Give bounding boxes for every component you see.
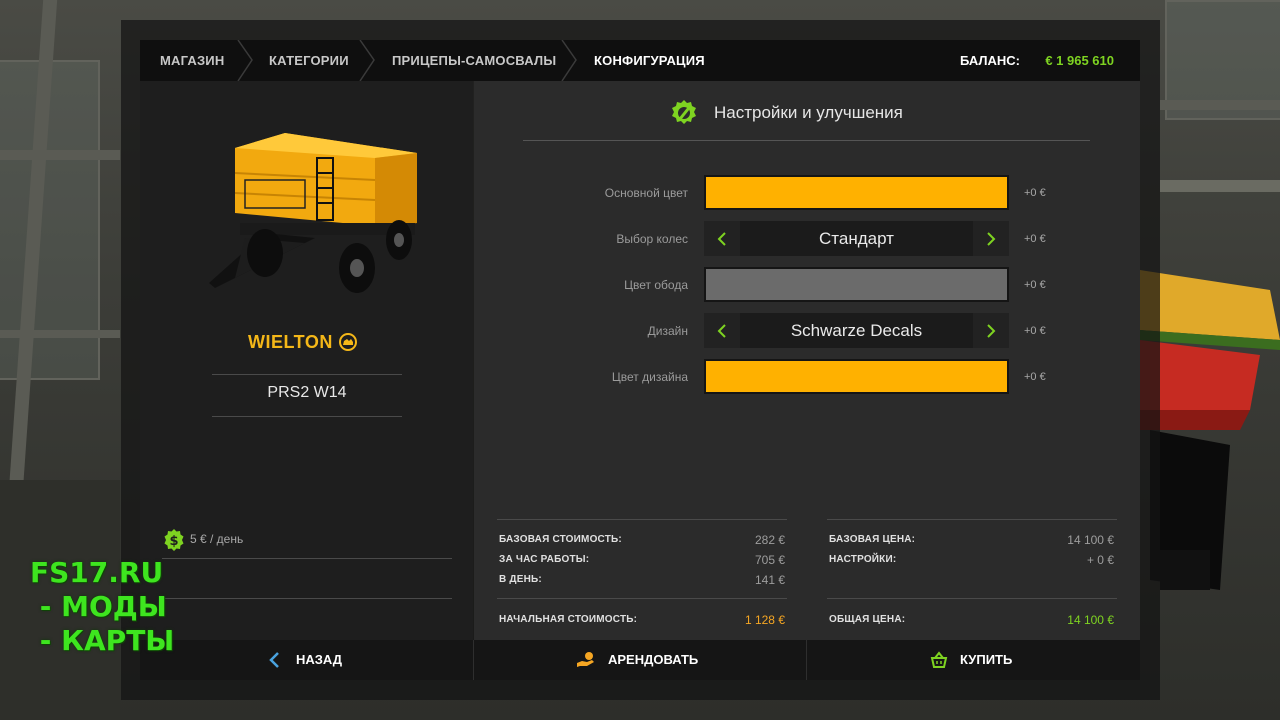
design-prev-button[interactable] bbox=[704, 313, 740, 348]
divider bbox=[162, 558, 452, 559]
divider bbox=[473, 640, 474, 680]
per-hour-label: ЗА ЧАС РАБОТЫ: bbox=[499, 554, 590, 565]
design-label: Дизайн bbox=[647, 324, 688, 338]
breadcrumb-shop[interactable]: МАГАЗИН bbox=[160, 40, 224, 81]
chevron-left-icon bbox=[717, 231, 726, 246]
design-color-price: +0 € bbox=[1024, 371, 1046, 383]
base-price-label: БАЗОВАЯ ЦЕНА: bbox=[829, 534, 916, 545]
divider bbox=[212, 374, 402, 375]
chevron-left-icon bbox=[269, 652, 279, 668]
back-button-label: НАЗАД bbox=[296, 652, 343, 667]
total-price-label: ОБЩАЯ ЦЕНА: bbox=[829, 614, 906, 625]
camel-logo-icon bbox=[339, 333, 358, 351]
rim-color-swatch[interactable] bbox=[704, 267, 1009, 302]
svg-text:$: $ bbox=[169, 534, 178, 549]
daily-cost-text: 5 € / день bbox=[190, 532, 244, 546]
initial-cost-value: 1 128 € bbox=[744, 613, 785, 627]
watermark-line: - МОДЫ bbox=[30, 590, 167, 623]
wheels-value: Стандарт bbox=[819, 229, 894, 248]
watermark-line: FS17.RU bbox=[30, 556, 164, 589]
back-button[interactable]: НАЗАД bbox=[268, 640, 342, 680]
balance-label: БАЛАНС: bbox=[959, 53, 1020, 68]
action-bar: НАЗАД АРЕНДОВАТЬ КУПИТЬ bbox=[140, 640, 1140, 680]
gear-wrench-icon bbox=[672, 100, 696, 124]
base-color-price: +0 € bbox=[1024, 187, 1046, 199]
chevron-left-icon bbox=[717, 323, 726, 338]
initial-cost-label: НАЧАЛЬНАЯ СТОИМОСТЬ: bbox=[499, 614, 638, 625]
design-color-label: Цвет дизайна bbox=[611, 370, 688, 384]
bg-beam bbox=[1160, 100, 1280, 110]
chevron-right-icon bbox=[987, 231, 996, 246]
bg-trailers bbox=[1140, 270, 1280, 590]
per-day-value: 141 € bbox=[754, 573, 785, 587]
breadcrumb-categories[interactable]: КАТЕГОРИИ bbox=[269, 40, 349, 81]
divider bbox=[212, 416, 402, 417]
watermark-line: - КАРТЫ bbox=[30, 624, 175, 657]
design-value: Schwarze Decals bbox=[790, 321, 923, 340]
balance-value: € 1 965 610 bbox=[1045, 53, 1114, 68]
chevron-right-icon bbox=[987, 323, 996, 338]
money-gear-icon: $ bbox=[164, 528, 184, 551]
base-color-swatch[interactable] bbox=[704, 175, 1009, 210]
wheels-price: +0 € bbox=[1024, 233, 1046, 245]
divider bbox=[827, 519, 1117, 520]
rim-color-price: +0 € bbox=[1024, 279, 1046, 291]
breadcrumb-configuration: КОНФИГУРАЦИЯ bbox=[594, 53, 705, 68]
design-next-button[interactable] bbox=[973, 313, 1009, 348]
breadcrumb-separator-icon bbox=[359, 40, 375, 81]
lease-button[interactable]: АРЕНДОВАТЬ bbox=[576, 640, 698, 680]
per-day-label: В ДЕНЬ: bbox=[499, 574, 542, 585]
bg-beam bbox=[0, 330, 120, 338]
divider bbox=[497, 598, 787, 599]
base-cost-label: БАЗОВАЯ СТОИМОСТЬ: bbox=[499, 534, 622, 545]
basket-icon bbox=[930, 651, 948, 668]
base-price-value: 14 100 € bbox=[1067, 533, 1114, 547]
trailer-image bbox=[209, 133, 417, 293]
section-title: Настройки и улучшения bbox=[714, 103, 903, 122]
divider bbox=[497, 519, 787, 520]
hand-coin-icon bbox=[577, 652, 594, 667]
divider bbox=[162, 598, 452, 599]
buy-button-label: КУПИТЬ bbox=[960, 652, 1013, 667]
settings-cost-value: + 0 € bbox=[1086, 553, 1114, 567]
settings-cost-label: НАСТРОЙКИ: bbox=[829, 554, 897, 565]
divider bbox=[523, 140, 1090, 141]
wheels-next-button[interactable] bbox=[973, 221, 1009, 256]
brand-logo: WIELTON bbox=[248, 332, 368, 354]
breadcrumb-separator-icon bbox=[561, 40, 577, 81]
total-price-value: 14 100 € bbox=[1067, 613, 1114, 627]
design-selector: Schwarze Decals bbox=[704, 313, 1009, 348]
bg-beam bbox=[1160, 180, 1280, 192]
watermark: FS17.RU - МОДЫ - КАРТЫ bbox=[30, 556, 174, 658]
breadcrumb-separator-icon bbox=[237, 40, 253, 81]
breadcrumb-tipper-trailers[interactable]: ПРИЦЕПЫ-САМОСВАЛЫ bbox=[392, 40, 556, 81]
design-price: +0 € bbox=[1024, 325, 1046, 337]
daily-cost: $ 5 € / день bbox=[162, 527, 243, 551]
wheels-prev-button[interactable] bbox=[704, 221, 740, 256]
divider bbox=[806, 640, 807, 680]
model-name: PRS2 W14 bbox=[267, 384, 347, 401]
wheels-selector: Стандарт bbox=[704, 221, 1009, 256]
base-cost-value: 282 € bbox=[754, 533, 785, 547]
divider bbox=[827, 598, 1117, 599]
design-color-swatch[interactable] bbox=[704, 359, 1009, 394]
per-hour-value: 705 € bbox=[754, 553, 785, 567]
brand-name: WIELTON bbox=[248, 332, 333, 352]
rim-color-label: Цвет обода bbox=[624, 278, 688, 292]
lease-button-label: АРЕНДОВАТЬ bbox=[608, 652, 699, 667]
wheels-label: Выбор колес bbox=[616, 232, 688, 246]
buy-button[interactable]: КУПИТЬ bbox=[930, 640, 1012, 680]
base-color-label: Основной цвет bbox=[604, 186, 688, 200]
bg-beam bbox=[0, 150, 120, 160]
top-bar: МАГАЗИН КАТЕГОРИИ ПРИЦЕПЫ-САМОСВАЛЫ КОНФ… bbox=[140, 40, 1140, 81]
